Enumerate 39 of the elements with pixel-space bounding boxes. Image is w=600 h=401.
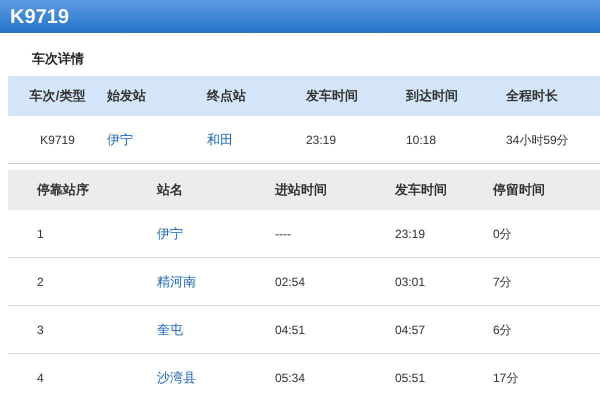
table-cell-text: 4	[36, 370, 45, 386]
table-cell-text: 23:19	[306, 132, 338, 148]
table-cell-text: 10:18	[406, 132, 438, 148]
column-header: 发车时间	[395, 181, 448, 200]
station-link[interactable]: 奎屯	[157, 320, 183, 340]
table-cell-text: 05:51	[395, 370, 426, 386]
section-title: 车次详情	[32, 50, 84, 68]
column-header: 站名	[157, 181, 184, 200]
column-header: 停靠站序	[36, 181, 90, 200]
station-link[interactable]: 沙湾县	[157, 368, 196, 388]
table-cell-text: K9719	[40, 132, 75, 148]
table-cell-text: 05:34	[275, 370, 306, 386]
table-cell-text: 23:19	[395, 226, 426, 242]
column-header: 发车时间	[306, 87, 359, 106]
column-header: 到达时间	[406, 87, 459, 106]
table-cell-text: 04:51	[275, 322, 306, 338]
table-cell-text: ----	[275, 226, 292, 242]
table-cell-text: 0分	[493, 226, 513, 242]
table-cell-text: 1	[36, 226, 45, 242]
table-cell-text: 02:54	[275, 274, 306, 290]
station-link[interactable]: 精河南	[157, 272, 196, 292]
column-header: 全程时长	[506, 87, 559, 106]
column-header: 始发站	[107, 87, 147, 106]
station-link[interactable]: 和田	[207, 130, 233, 150]
station-link[interactable]: 伊宁	[107, 130, 133, 150]
column-header: 车次/类型	[30, 87, 86, 106]
table-cell-text: 7分	[493, 274, 513, 290]
table-cell-text: 03:01	[395, 274, 426, 290]
column-header: 停留时间	[493, 181, 546, 200]
table-cell-text: 04:57	[395, 322, 426, 338]
station-link[interactable]: 伊宁	[157, 224, 183, 244]
table-cell-text: 17分	[493, 370, 520, 386]
table-cell-text: 6分	[493, 322, 513, 338]
table-cell-text: 3	[36, 322, 45, 338]
train-title: K9719	[10, 4, 69, 30]
column-header: 进站时间	[275, 181, 328, 200]
column-header: 终点站	[207, 87, 247, 106]
table-cell-text: 34小时59分	[506, 132, 570, 148]
table-cell-text: 2	[36, 274, 45, 290]
